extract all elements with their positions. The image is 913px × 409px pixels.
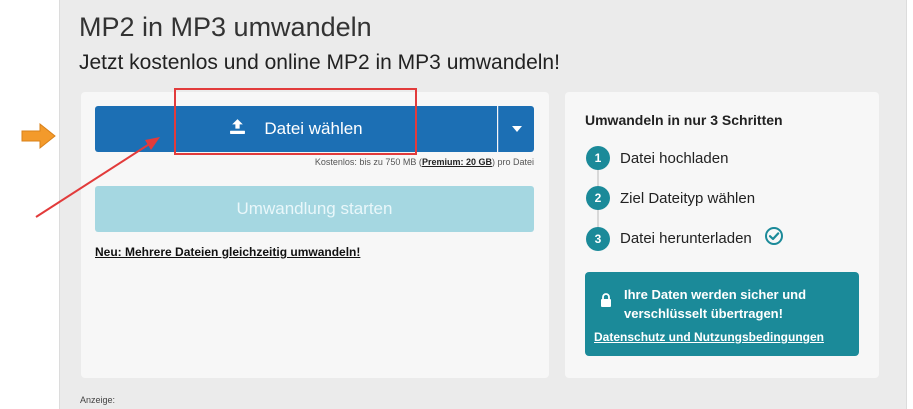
step-label: Ziel Dateityp wählen bbox=[620, 189, 756, 207]
upload-icon bbox=[229, 118, 246, 140]
ad-label: Anzeige: bbox=[80, 395, 116, 405]
steps-title: Umwandeln in nur 3 Schritten bbox=[585, 112, 783, 128]
step-number: 3 bbox=[586, 226, 610, 251]
page-subtitle: Jetzt kostenlos und online MP2 in MP3 um… bbox=[79, 51, 560, 74]
chevron-down-icon bbox=[511, 126, 522, 132]
page-title: MP2 in MP3 umwandeln bbox=[79, 12, 372, 42]
size-note-suffix: ) pro Datei bbox=[491, 157, 534, 167]
choose-file-button[interactable]: Datei wählen bbox=[95, 106, 497, 152]
step-2: 2 Ziel Dateityp wählen bbox=[586, 186, 755, 210]
step-1: 1 Datei hochladen bbox=[586, 146, 728, 170]
upload-source-dropdown[interactable] bbox=[498, 106, 534, 152]
premium-link[interactable]: Premium: 20 GB bbox=[422, 157, 492, 167]
check-circle-icon bbox=[762, 226, 784, 251]
size-note-prefix: Kostenlos: bis zu 750 MB ( bbox=[314, 157, 422, 167]
security-text: Ihre Daten werden sicher und verschlüsse… bbox=[624, 287, 807, 321]
file-size-note: Kostenlos: bis zu 750 MB (Premium: 20 GB… bbox=[315, 157, 534, 167]
privacy-terms-link[interactable]: Datenschutz und Nutzungsbedingungen bbox=[594, 330, 824, 344]
step-label: Datei herunterladen bbox=[620, 230, 752, 247]
choose-file-label: Datei wählen bbox=[264, 119, 363, 138]
step-number: 1 bbox=[586, 146, 610, 170]
multi-file-link[interactable]: Neu: Mehrere Dateien gleichzeitig umwand… bbox=[95, 245, 360, 259]
step-3: 3 Datei herunterladen bbox=[586, 226, 784, 251]
start-conversion-label: Umwandlung starten bbox=[236, 199, 393, 218]
security-notice: Ihre Daten werden sicher und verschlüsse… bbox=[585, 272, 859, 356]
orange-arrow-annotation bbox=[21, 122, 56, 150]
step-label: Datei hochladen bbox=[620, 149, 729, 167]
start-conversion-button[interactable]: Umwandlung starten bbox=[95, 186, 534, 232]
step-number: 2 bbox=[586, 186, 610, 210]
